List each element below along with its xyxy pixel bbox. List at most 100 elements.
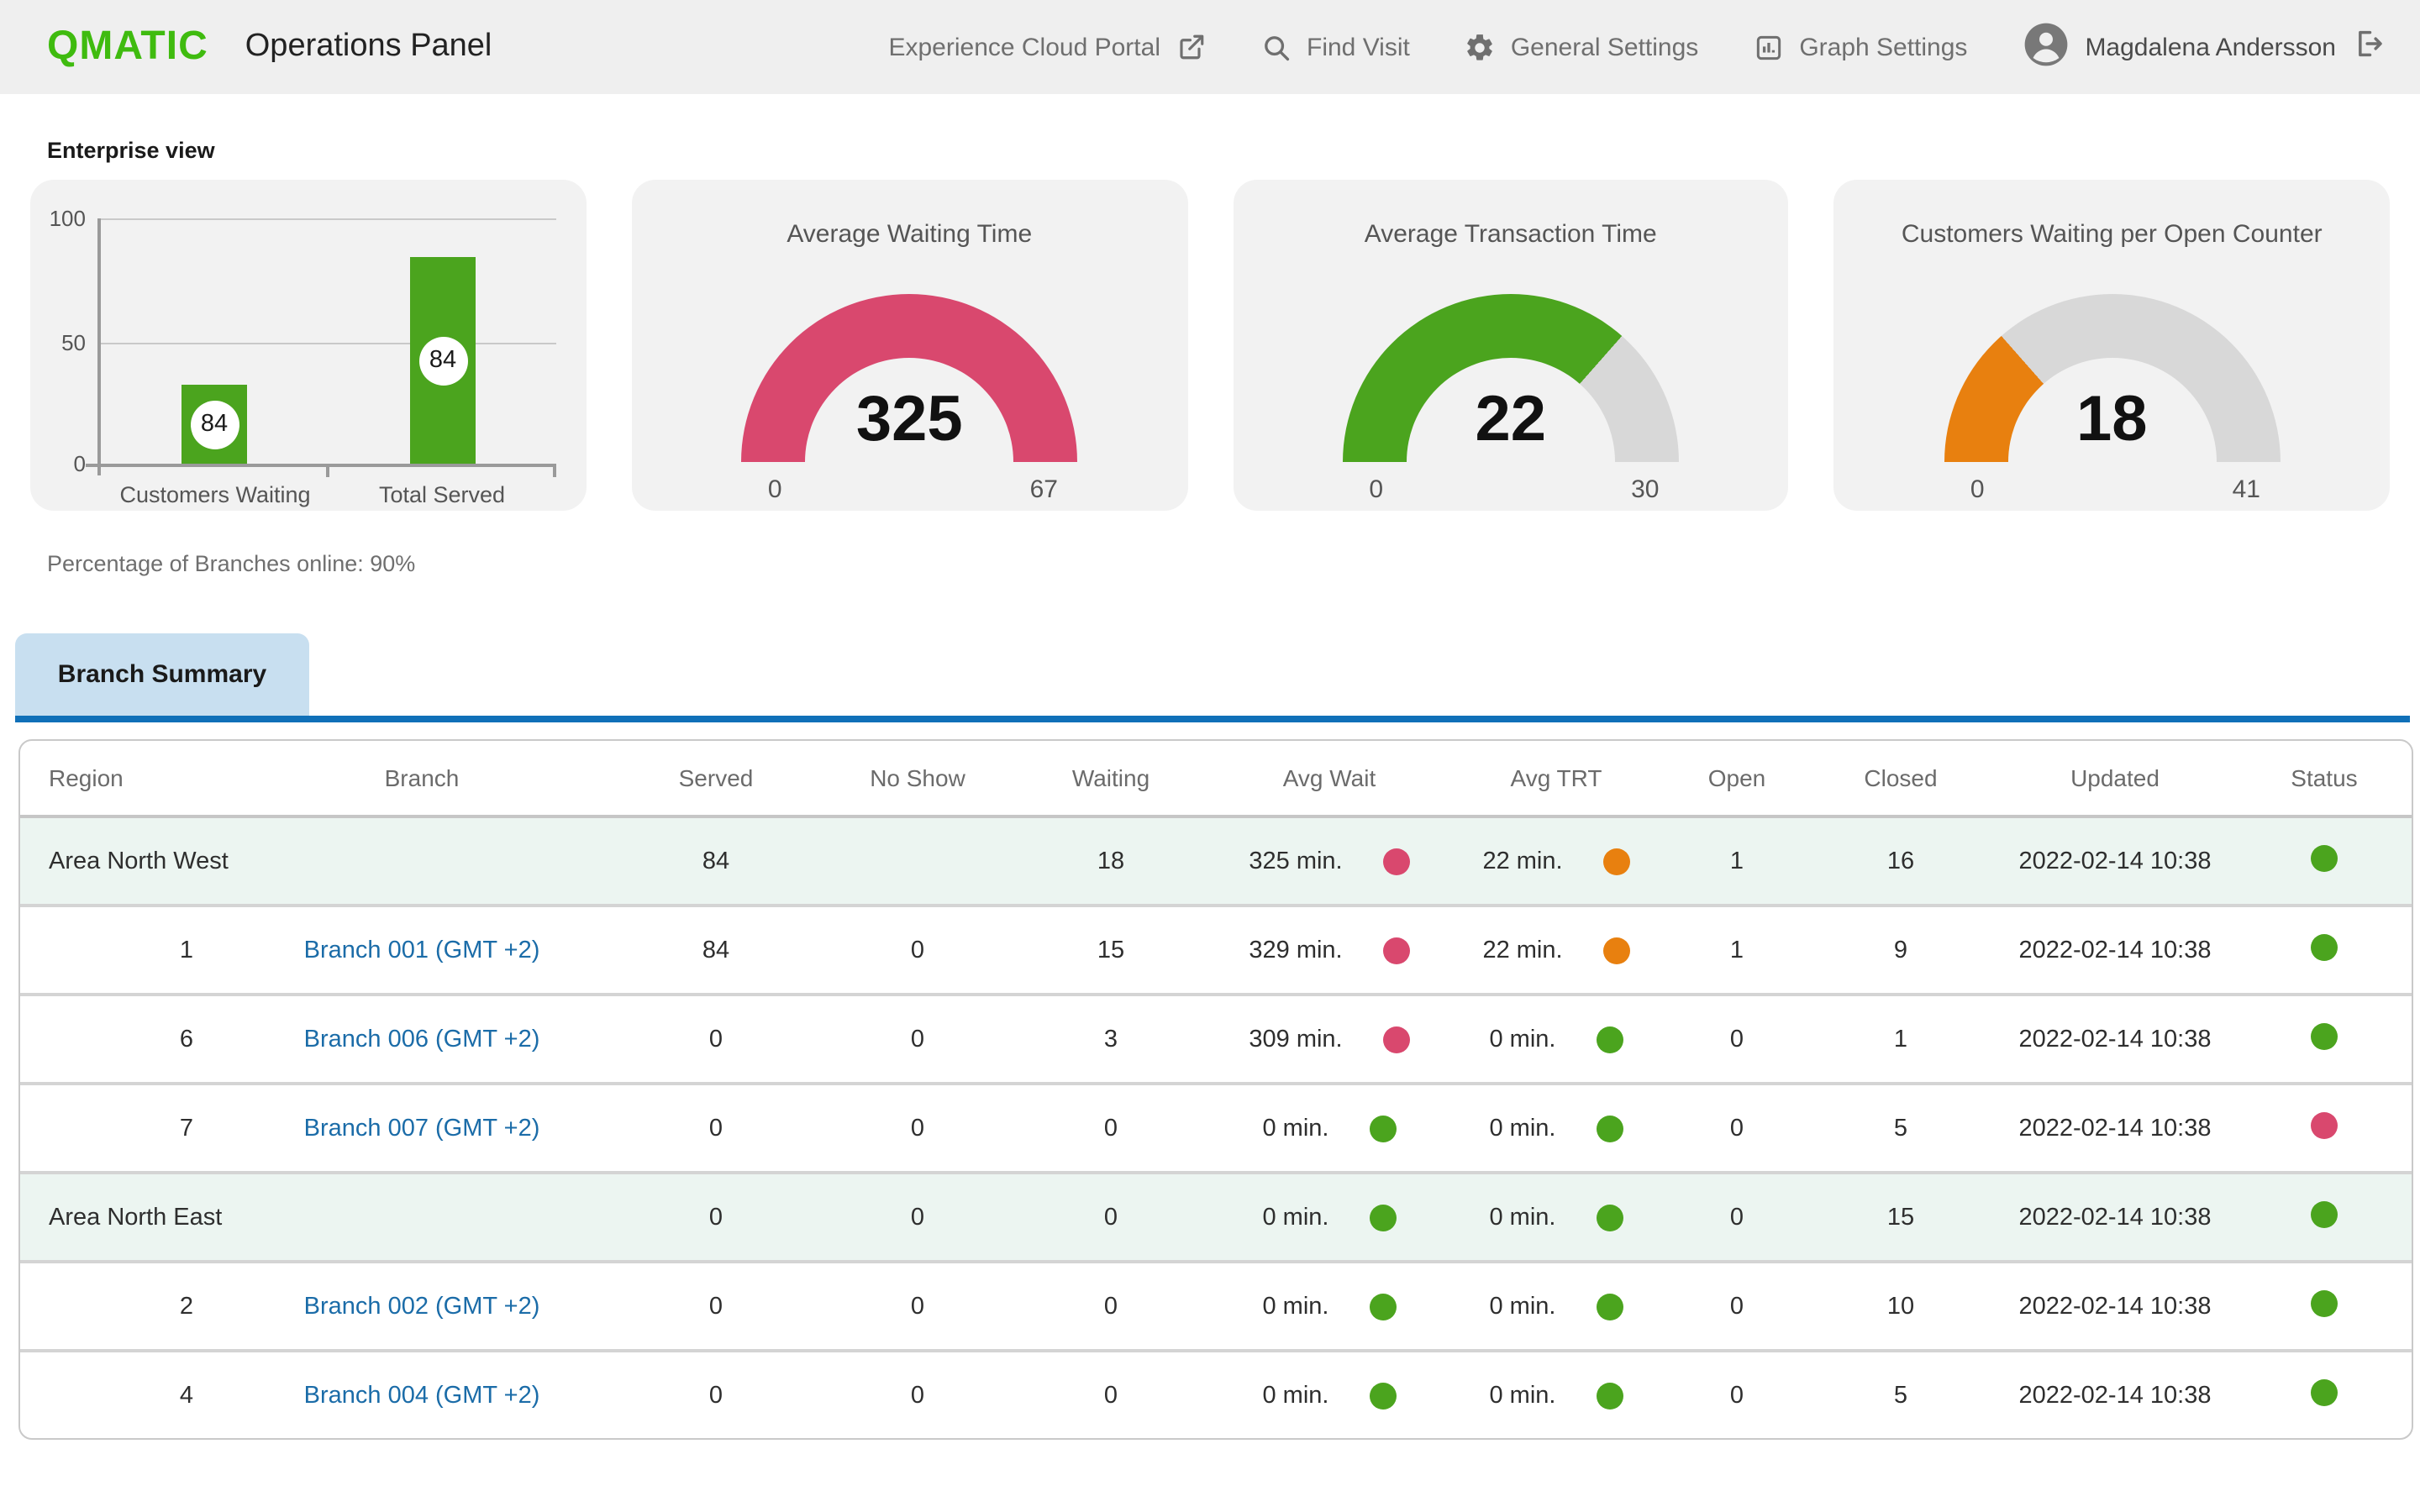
table-row-branch: 6 Branch 006 (GMT +2) 0 0 3 309 min. 0 min. 0 1 2… <box>20 993 2412 1084</box>
open-cell: 1 <box>1665 904 1808 995</box>
branch-status-dot <box>2311 1289 2338 1316</box>
table-row-branch: 7 Branch 007 (GMT +2) 0 0 0 0 min. 0 min. 0 5 202… <box>20 1082 2412 1173</box>
updated-cell: 2022-02-14 10:38 <box>1993 1082 2237 1173</box>
avg-wait-cell-value: 325 min. <box>1249 848 1343 874</box>
tab-branch-summary[interactable]: Branch Summary <box>15 633 309 716</box>
served-cell: 0 <box>607 1171 825 1262</box>
served-cell: 0 <box>607 1349 825 1438</box>
gauge-value: 325 <box>855 385 963 455</box>
enterprise-view-label: Enterprise view <box>47 138 215 163</box>
nav-graph-settings-label: Graph Settings <box>1799 33 1968 61</box>
nav-find-visit[interactable]: Find Visit <box>1260 31 1410 63</box>
avg-trt-status-dot <box>1602 848 1630 874</box>
served-cell: 0 <box>607 1082 825 1173</box>
status-cell <box>2237 1260 2412 1351</box>
person-circle-icon <box>2021 19 2070 75</box>
avg-waiting-time-card: Average Waiting Time 325 0 67 <box>631 180 1187 511</box>
waiting-cell: 15 <box>1010 904 1212 995</box>
bar-total-served: 84 <box>410 257 476 464</box>
avg-trt-cell: 22 min. <box>1447 904 1665 995</box>
avg-trt-status-dot <box>1596 1026 1623 1053</box>
col-header-waiting: Waiting <box>1010 741 1212 818</box>
external-link-icon <box>1176 32 1206 62</box>
enterprise-bar-chart-card: 100 50 0 84 84 Customers Waiting Total S… <box>30 180 587 511</box>
user-name: Magdalena Andersson <box>2085 33 2336 61</box>
y-tick-100: 100 <box>49 206 86 231</box>
avg-waiting-time-gauge: 325 0 67 <box>741 294 1078 504</box>
tab-row: Branch Summary <box>0 633 2420 722</box>
col-header-branch: Branch <box>237 741 607 818</box>
table-row-branch: 1 Branch 001 (GMT +2) 84 0 15 329 min. 22 min.… <box>20 904 2412 995</box>
gauge-title: Average Waiting Time <box>786 220 1033 249</box>
branch-link[interactable]: Branch 001 (GMT +2) <box>304 937 540 963</box>
updated-cell: 2022-02-14 10:38 <box>1993 1171 2237 1262</box>
top-nav: Experience Cloud Portal Find Visit Gener… <box>888 19 2385 75</box>
status-cell <box>2237 816 2412 906</box>
col-header-open: Open <box>1665 741 1808 818</box>
no-show-cell: 0 <box>825 1349 1010 1438</box>
table-header-row: Region Branch Served No Show Waiting Avg… <box>20 741 2412 818</box>
col-header-avg-trt: Avg TRT <box>1447 741 1665 818</box>
waiting-cell: 0 <box>1010 1349 1212 1438</box>
nav-graph-settings[interactable]: Graph Settings <box>1752 31 1967 63</box>
waiting-cell: 3 <box>1010 993 1212 1084</box>
branch-link[interactable]: Branch 007 (GMT +2) <box>304 1115 540 1142</box>
col-header-no-show: No Show <box>825 741 1010 818</box>
no-show-cell: 0 <box>825 993 1010 1084</box>
avg-wait-status-dot <box>1382 1026 1410 1053</box>
page-title: Operations Panel <box>245 29 492 64</box>
open-cell: 1 <box>1665 816 1808 906</box>
avg-wait-cell: 329 min. <box>1212 904 1447 995</box>
y-tick-50: 50 <box>61 330 86 355</box>
logout-icon[interactable] <box>2351 27 2385 67</box>
bar-value-label: 84 <box>190 400 239 449</box>
avg-trt-cell: 22 min. <box>1447 816 1665 906</box>
region-cell: Area North West <box>20 816 607 906</box>
avg-trt-status-dot <box>1596 1115 1623 1142</box>
status-cell <box>2237 1349 2412 1438</box>
avg-wait-cell-value: 0 min. <box>1262 1382 1329 1409</box>
branch-link[interactable]: Branch 004 (GMT +2) <box>304 1382 540 1409</box>
nav-general-settings-label: General Settings <box>1510 33 1699 61</box>
avg-wait-cell: 0 min. <box>1212 1171 1447 1262</box>
gauge-value: 18 <box>2075 385 2148 455</box>
branch-status-dot <box>2311 1200 2338 1227</box>
branch-summary-table-card: Region Branch Served No Show Waiting Avg… <box>18 739 2413 1440</box>
user-menu[interactable]: Magdalena Andersson <box>2021 19 2385 75</box>
bar-chart: 100 50 0 84 84 Customers Waiting Total S… <box>30 180 587 511</box>
search-icon <box>1260 31 1292 63</box>
gear-icon <box>1464 31 1496 63</box>
bar-value-label: 84 <box>418 336 467 386</box>
served-cell: 84 <box>607 904 825 995</box>
branch-status-dot <box>2311 1111 2338 1138</box>
closed-cell: 1 <box>1808 993 1993 1084</box>
served-cell: 0 <box>607 993 825 1084</box>
col-header-closed: Closed <box>1808 741 1993 818</box>
branch-link[interactable]: Branch 006 (GMT +2) <box>304 1026 540 1053</box>
branches-online-text: Percentage of Branches online: 90% <box>47 551 416 576</box>
avg-wait-cell-value: 0 min. <box>1262 1204 1329 1231</box>
branch-link[interactable]: Branch 002 (GMT +2) <box>304 1293 540 1320</box>
no-show-cell: 0 <box>825 904 1010 995</box>
gauge-value: 22 <box>1475 385 1547 455</box>
waiting-cell: 0 <box>1010 1082 1212 1173</box>
avg-wait-status-dot <box>1369 1115 1397 1142</box>
avg-trt-cell-value: 0 min. <box>1489 1026 1556 1053</box>
closed-cell: 15 <box>1808 1171 1993 1262</box>
avg-trt-status-dot <box>1602 937 1630 963</box>
no-show-cell <box>825 816 1010 906</box>
updated-cell: 2022-02-14 10:38 <box>1993 1260 2237 1351</box>
status-cell <box>2237 1171 2412 1262</box>
nav-experience-cloud-portal-label: Experience Cloud Portal <box>888 33 1160 61</box>
bar-chart-icon <box>1752 31 1784 63</box>
y-tick-0: 0 <box>73 451 86 476</box>
gauge-max-label: 41 <box>2232 475 2260 504</box>
avg-transaction-time-gauge: 22 0 30 <box>1342 294 1679 504</box>
branch-cell: Branch 007 (GMT +2) <box>237 1082 607 1173</box>
updated-cell: 2022-02-14 10:38 <box>1993 904 2237 995</box>
nav-experience-cloud-portal[interactable]: Experience Cloud Portal <box>888 32 1206 62</box>
enterprise-cards: 100 50 0 84 84 Customers Waiting Total S… <box>30 180 2390 511</box>
nav-general-settings[interactable]: General Settings <box>1464 31 1698 63</box>
avg-wait-cell: 0 min. <box>1212 1349 1447 1438</box>
col-header-avg-wait: Avg Wait <box>1212 741 1447 818</box>
